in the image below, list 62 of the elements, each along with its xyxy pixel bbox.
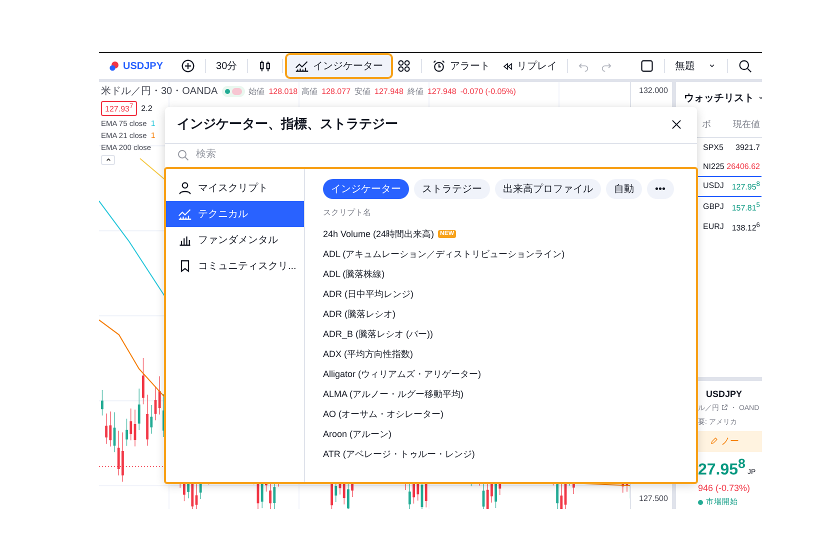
layout-name-button[interactable]: 無題 [669, 56, 701, 76]
category-item[interactable]: テクニカル [166, 201, 304, 227]
price-cell: 127.95$^{8}$ [732, 181, 760, 192]
ohlc-value: 128.077 [322, 86, 351, 96]
symbol-cell: USDJ [703, 181, 724, 192]
dialog-title: インジケーター、指標、ストラテジー [177, 115, 398, 133]
ohlc-label: 安値 [354, 86, 371, 96]
ema-value: 1 [150, 130, 156, 140]
price-cell: 138.12$^{6}$ [732, 222, 760, 233]
filter-chip[interactable]: 自動 [606, 179, 642, 199]
script-item[interactable]: ADL (騰落株線) [323, 268, 385, 280]
script-item[interactable]: ADR (日中平均レンジ) [323, 288, 414, 300]
last-price: 27.95$^{8}$ [698, 456, 746, 479]
script-item[interactable]: ADX (平均方向性指数) [323, 348, 413, 360]
symbol-cell: GBPJ [703, 202, 724, 212]
alert-button[interactable]: アラート [426, 56, 496, 76]
symbol-button[interactable]: USDJPY [103, 58, 170, 74]
ohlc-label: 始値 [248, 86, 265, 96]
filter-chip[interactable]: 出来高プロファイル [495, 179, 601, 199]
indicators-button[interactable]: インジケーター [287, 55, 392, 77]
category-item[interactable]: ファンダメンタル [166, 227, 304, 253]
price-cell: 3921.7 [736, 143, 760, 152]
symbol-cell: NI225 [703, 162, 724, 171]
price-cell: 26406.62 [726, 162, 760, 171]
sell-price-tag[interactable]: 127.93$^{7}$ [101, 101, 138, 116]
chart-title: 米ドル／円・30・OANDA [101, 84, 218, 98]
script-item[interactable]: ADR (騰落レシオ) [323, 308, 396, 320]
script-item[interactable]: 24h Volume (24時間出来高) [323, 228, 434, 240]
script-item[interactable]: ADL (アキュムレーション／ディストリビューションライン) [323, 248, 565, 260]
filter-chip[interactable]: ストラテジー [414, 179, 490, 199]
ohlc-label: 終値 [407, 86, 424, 96]
ohlc-value: 127.948 [374, 86, 404, 96]
price-axis-label: 127.500 [639, 494, 669, 503]
ohlc-label: 高値 [302, 86, 318, 96]
category-item[interactable]: コミュニティスクリ... [166, 253, 304, 279]
symbol-cell: SPX5 [703, 143, 724, 152]
category-item[interactable]: マイスクリプト [166, 175, 304, 201]
ohlc-value: 127.948 [427, 86, 456, 96]
script-item[interactable]: ALMA (アルノー・ルグー移動平均) [323, 388, 464, 400]
script-item[interactable]: ADR_B (騰落レシオ (バー)) [323, 328, 433, 340]
filter-chip[interactable]: インジケーター [323, 179, 409, 199]
column-header: 現在値 [733, 118, 760, 131]
search-field[interactable]: 検索 [194, 148, 398, 161]
price-axis-label: 132.000 [639, 86, 669, 95]
price-cell: 157.81$^{5}$ [732, 202, 760, 212]
script-item[interactable]: Aroon (アルーン) [323, 428, 392, 440]
price-change: 946 (-0.73%) [698, 483, 752, 493]
symbol-cell: EURJ [703, 222, 724, 233]
ohlc-value: 128.018 [268, 86, 298, 96]
script-item[interactable]: Alligator (ウィリアムズ・アリゲーター) [323, 368, 482, 380]
ema-value: 1 [150, 118, 156, 128]
details-symbol: USDJPY [705, 388, 744, 399]
spread-value: 2.2 [141, 104, 152, 113]
column-header: ボ [702, 118, 711, 131]
script-item[interactable]: AO (オーサム・オシレーター) [323, 408, 444, 420]
list-header: スクリプト名 [323, 207, 372, 218]
watchlist-title: ウォッチリスト [684, 92, 754, 105]
filter-chip[interactable]: ••• [647, 179, 674, 199]
replay-button[interactable]: リプレイ [496, 56, 564, 76]
script-item[interactable]: ATR (アベレージ・トゥルー・レンジ) [323, 448, 475, 460]
interval-button[interactable]: 30分 [210, 56, 244, 76]
price-change: -0.070 (-0.05%) [460, 86, 516, 96]
